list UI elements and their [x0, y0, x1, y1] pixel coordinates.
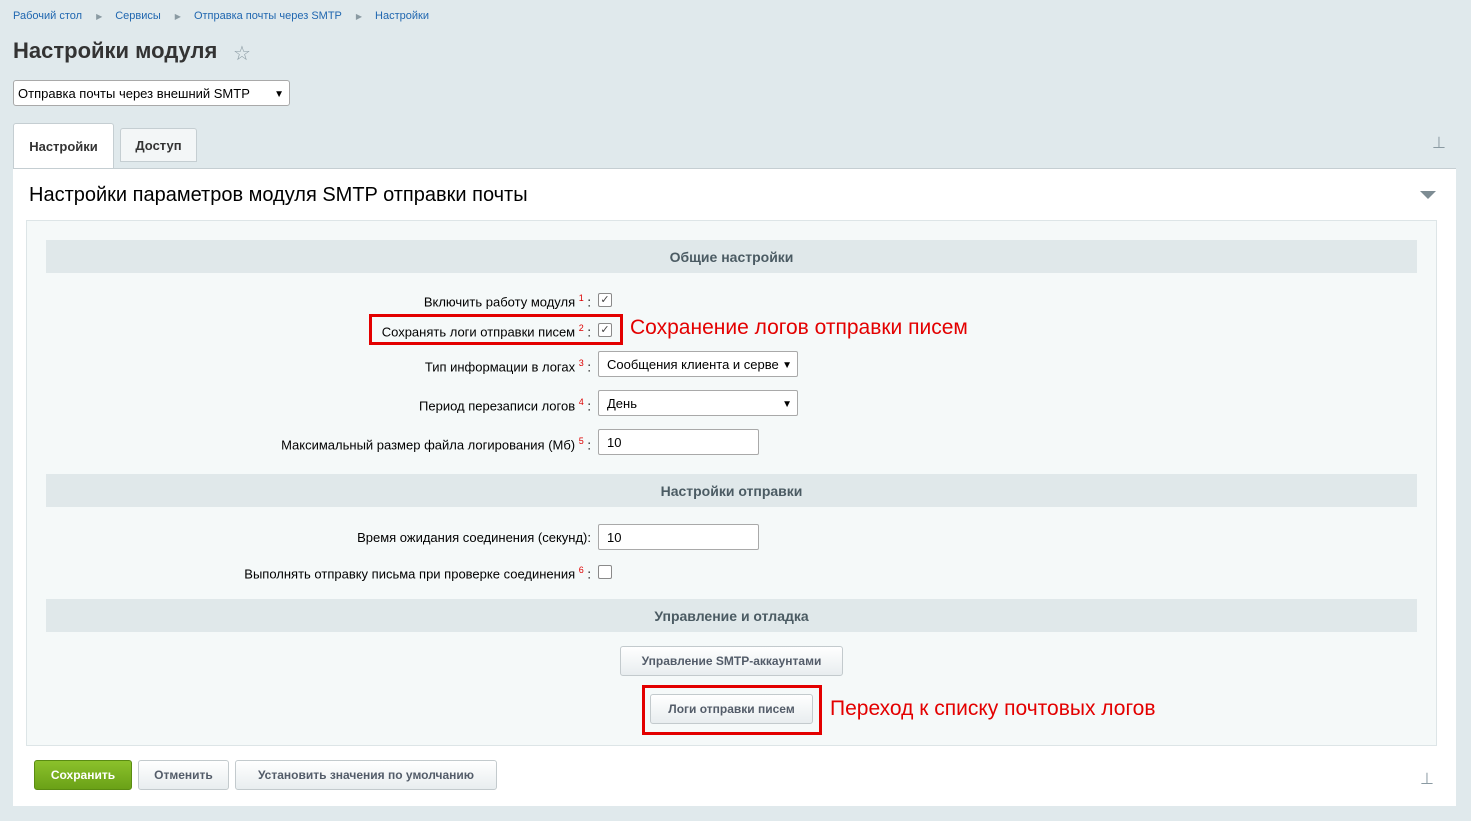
log-size-label: Максимальный размер файла логирования (М… [281, 436, 591, 453]
highlight-mail-logs [642, 685, 822, 735]
breadcrumb-smtp[interactable]: Отправка почты через SMTP [194, 10, 342, 22]
timeout-input[interactable]: 10 [598, 524, 759, 550]
module-select-value: Отправка почты через внешний SMTP [18, 85, 250, 101]
settings-form: Общие настройки Включить работу модуля 1… [26, 220, 1437, 746]
page-title: Настройки модуля [13, 38, 218, 63]
pin-icon[interactable]: ⊥ [1432, 133, 1446, 153]
section-debug: Управление и отладка [46, 599, 1417, 632]
annotation-save-logs: Сохранение логов отправки писем [630, 316, 968, 339]
log-type-select[interactable]: Сообщения клиента и серве ▼ [598, 351, 798, 377]
log-type-value: Сообщения клиента и серве [607, 356, 779, 372]
pin-icon[interactable]: ⊥ [1420, 769, 1434, 789]
collapse-icon[interactable] [1420, 191, 1436, 199]
test-send-label: Выполнять отправку письма при проверке с… [244, 565, 591, 582]
smtp-accounts-button[interactable]: Управление SMTP-аккаунтами [620, 646, 843, 676]
chevron-down-icon: ▼ [274, 89, 284, 100]
chevron-right-icon: ▶ [96, 11, 103, 21]
chevron-down-icon: ▼ [782, 360, 792, 371]
log-period-select[interactable]: День ▼ [598, 390, 798, 416]
test-send-checkbox[interactable] [598, 565, 612, 579]
cancel-button[interactable]: Отменить [138, 760, 229, 790]
highlight-save-logs [369, 314, 623, 345]
log-period-label: Период перезаписи логов 4 : [419, 397, 591, 414]
section-general: Общие настройки [46, 240, 1417, 273]
log-size-input[interactable]: 10 [598, 429, 759, 455]
breadcrumb-desktop[interactable]: Рабочий стол [13, 10, 82, 22]
enable-label: Включить работу модуля 1 : [423, 293, 591, 310]
section-send: Настройки отправки [46, 474, 1417, 507]
log-period-value: День [607, 395, 637, 411]
log-type-label: Тип информации в логах 3 : [424, 358, 591, 375]
defaults-button[interactable]: Установить значения по умолчанию [235, 760, 497, 790]
enable-checkbox[interactable]: ✓ [598, 293, 612, 307]
chevron-right-icon: ▶ [355, 11, 363, 21]
tab-settings[interactable]: Настройки [13, 123, 114, 169]
module-select[interactable]: Отправка почты через внешний SMTP ▼ [13, 80, 290, 106]
annotation-mail-logs: Переход к списку почтовых логов [830, 697, 1156, 720]
star-icon[interactable]: ☆ [233, 41, 251, 66]
save-button[interactable]: Сохранить [34, 760, 132, 790]
tab-access[interactable]: Доступ [120, 128, 197, 162]
chevron-down-icon: ▼ [782, 399, 792, 410]
breadcrumb-services[interactable]: Сервисы [115, 10, 161, 22]
timeout-label: Время ожидания соединения (секунд): [357, 530, 591, 545]
breadcrumb-settings[interactable]: Настройки [375, 10, 429, 22]
panel-title: Настройки параметров модуля SMTP отправк… [29, 184, 528, 206]
breadcrumb: Рабочий стол ▶ Сервисы ▶ Отправка почты … [13, 10, 429, 22]
chevron-right-icon: ▶ [174, 11, 181, 21]
